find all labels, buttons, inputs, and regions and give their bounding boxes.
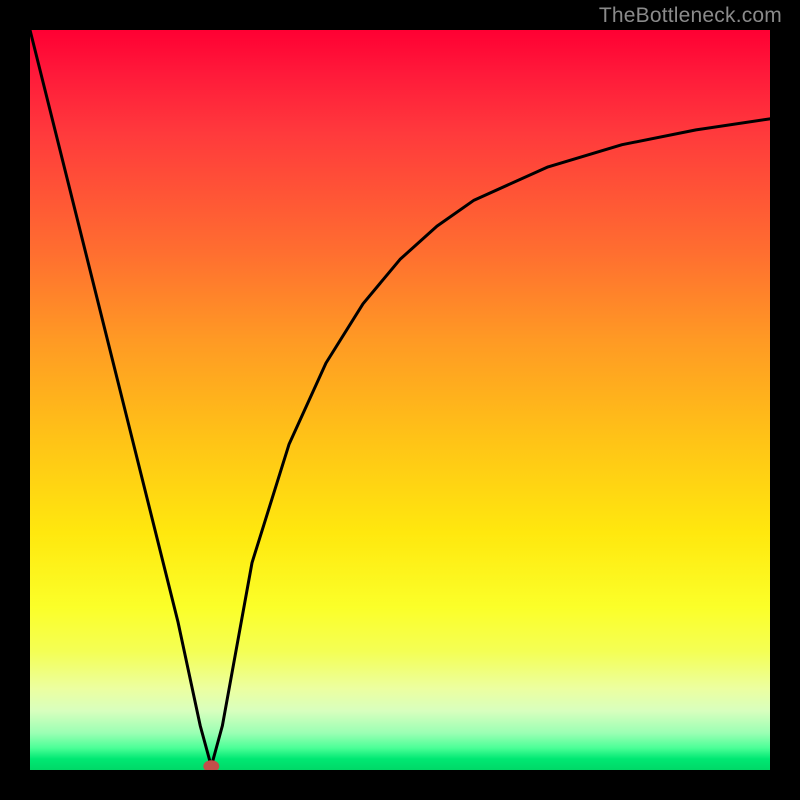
minimum-marker [203, 760, 219, 770]
curve-layer [30, 30, 770, 770]
chart-frame: TheBottleneck.com [0, 0, 800, 800]
bottleneck-curve [30, 30, 770, 766]
watermark-text: TheBottleneck.com [599, 4, 782, 28]
plot-area [30, 30, 770, 770]
